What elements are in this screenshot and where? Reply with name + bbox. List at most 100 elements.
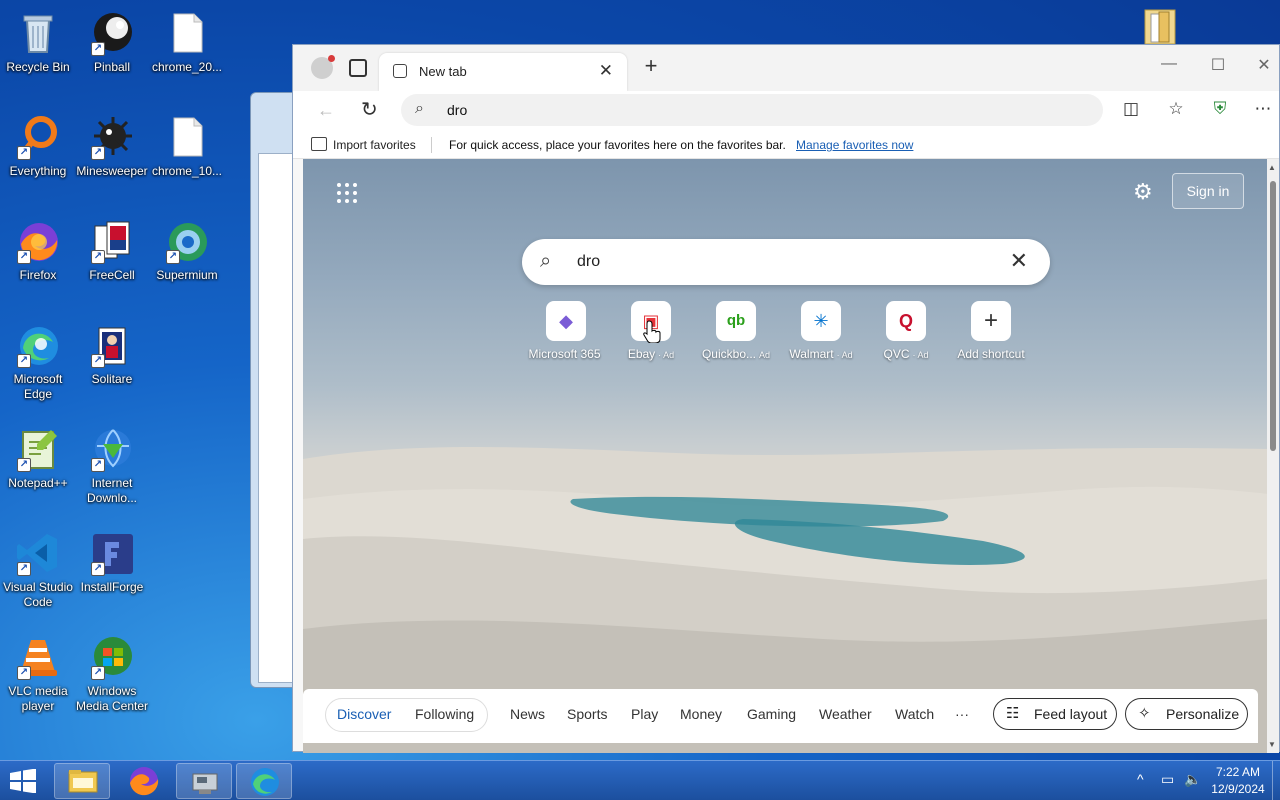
desktop-icon-supermium[interactable]: ↗ Supermium bbox=[149, 212, 225, 283]
tab-gaming[interactable]: Gaming bbox=[747, 706, 796, 722]
network-icon[interactable]: ▭ bbox=[1161, 771, 1174, 788]
desktop-icon-notepad-plus-plus[interactable]: ↗ Notepad++ bbox=[0, 420, 76, 491]
desktop-icon-chrome-installer-2[interactable]: chrome_10... bbox=[149, 108, 225, 179]
desktop-icon-label: Microsoft Edge bbox=[13, 372, 63, 401]
tab-weather[interactable]: Weather bbox=[819, 706, 872, 722]
new-tab-page-icon bbox=[393, 64, 407, 78]
desktop-icon-label: Visual Studio Code bbox=[3, 580, 73, 609]
taskbar-app[interactable] bbox=[176, 763, 232, 799]
desktop-icon-vlc[interactable]: ↗ VLC media player bbox=[0, 628, 76, 714]
page-scrollbar[interactable]: ▲ ▼ bbox=[1267, 159, 1279, 753]
import-favorites-button[interactable]: Import favorites bbox=[333, 138, 416, 152]
favorites-bar: Import favorites For quick access, place… bbox=[293, 131, 1279, 159]
back-button[interactable]: ← bbox=[317, 100, 335, 121]
ad-label: · Ad bbox=[836, 350, 853, 360]
shortcut-label: Ebay bbox=[627, 347, 656, 361]
folder-icon[interactable] bbox=[1141, 6, 1181, 46]
clear-search-icon[interactable]: ✕ bbox=[1010, 248, 1028, 274]
vlc-icon: ↗ bbox=[15, 634, 61, 680]
tab-close-icon[interactable]: ✕ bbox=[599, 61, 613, 81]
page-search-box[interactable]: ⌕ dro ✕ bbox=[522, 239, 1050, 285]
minimize-button[interactable]: — bbox=[1159, 55, 1179, 73]
desktop-icon-solitare[interactable]: ↗ Solitare bbox=[74, 316, 150, 387]
ad-label: · Ad bbox=[912, 350, 929, 360]
close-window-button[interactable]: ✕ bbox=[1254, 55, 1274, 75]
tab-watch[interactable]: Watch bbox=[895, 706, 934, 722]
desktop-icon-minesweeper[interactable]: ↗ Minesweeper bbox=[74, 108, 150, 179]
shortcut-arrow-icon: ↗ bbox=[91, 562, 105, 576]
tab-new-tab[interactable]: New tab ✕ bbox=[379, 53, 627, 91]
tab-following[interactable]: Following bbox=[415, 706, 474, 722]
taskbar: ^ ▭ 🔈 7:22 AM 12/9/2024 bbox=[0, 760, 1280, 800]
desktop-icon-installforge[interactable]: ↗ InstallForge bbox=[74, 524, 150, 595]
desktop-icon-label: Supermium bbox=[156, 268, 218, 282]
shortcut-qvc[interactable]: Q QVC · Ad bbox=[862, 301, 950, 361]
scrollbar-thumb[interactable] bbox=[1270, 181, 1276, 451]
supermium-icon: ↗ bbox=[164, 218, 210, 264]
feed-layout-button[interactable]: ☷ Feed layout bbox=[993, 698, 1117, 730]
shortcut-label: Microsoft 365 bbox=[528, 347, 601, 361]
desktop-icon-freecell[interactable]: ↗ FreeCell bbox=[74, 212, 150, 283]
system-clock[interactable]: 7:22 AM 12/9/2024 bbox=[1208, 764, 1268, 798]
tab-actions-icon[interactable] bbox=[349, 59, 367, 77]
internet-download-manager-icon: ↗ bbox=[89, 426, 135, 472]
desktop-icon-internet-download-manager[interactable]: ↗ Internet Downlo... bbox=[74, 420, 150, 506]
shortcut-arrow-icon: ↗ bbox=[17, 146, 31, 160]
split-screen-icon[interactable]: ◫ bbox=[1120, 99, 1142, 119]
add-shortcut-button[interactable]: + Add shortcut bbox=[947, 301, 1035, 361]
desktop-icon-label: InstallForge bbox=[80, 580, 144, 594]
desktop-icon-label: Minesweeper bbox=[76, 164, 148, 178]
page-search-input[interactable]: dro bbox=[577, 253, 600, 271]
favorites-icon[interactable]: ☆ bbox=[1165, 99, 1187, 119]
tab-sports[interactable]: Sports bbox=[567, 706, 607, 722]
address-bar[interactable]: ⌕ dro bbox=[401, 94, 1103, 126]
shortcut-microsoft-365[interactable]: ◆ Microsoft 365 bbox=[522, 301, 610, 361]
tab-play[interactable]: Play bbox=[631, 706, 658, 722]
more-feed-tabs-button[interactable]: ··· bbox=[955, 706, 969, 722]
start-button[interactable] bbox=[8, 768, 38, 794]
new-tab-button[interactable]: + bbox=[639, 53, 663, 79]
sign-in-button[interactable]: Sign in bbox=[1172, 173, 1244, 209]
refresh-button[interactable]: ↻ bbox=[361, 97, 378, 122]
more-menu-icon[interactable]: ⋯ bbox=[1252, 99, 1274, 119]
desktop-icon-everything[interactable]: ↗ Everything bbox=[0, 108, 76, 179]
desktop-icon-recycle-bin[interactable]: Recycle Bin bbox=[0, 4, 76, 75]
apps-launcher-icon[interactable] bbox=[337, 183, 357, 203]
ad-label: · Ad bbox=[658, 350, 675, 360]
volume-icon[interactable]: 🔈 bbox=[1184, 771, 1201, 788]
tab-news[interactable]: News bbox=[510, 706, 545, 722]
desktop-icon-vscode[interactable]: ↗ Visual Studio Code bbox=[0, 524, 76, 610]
scroll-up-icon[interactable]: ▲ bbox=[1268, 163, 1276, 172]
feed-layout-icon: ☷ bbox=[1006, 705, 1020, 722]
file-explorer-icon bbox=[68, 770, 98, 793]
address-input[interactable]: dro bbox=[447, 102, 467, 118]
tab-discover[interactable]: Discover bbox=[337, 706, 391, 722]
shortcut-label: QVC bbox=[883, 347, 910, 361]
manage-favorites-link[interactable]: Manage favorites now bbox=[796, 138, 913, 152]
taskbar-firefox[interactable] bbox=[116, 763, 172, 799]
desktop-icon-chrome-installer-1[interactable]: chrome_20... bbox=[149, 4, 225, 75]
show-hidden-icons-button[interactable]: ^ bbox=[1137, 771, 1144, 787]
scroll-down-icon[interactable]: ▼ bbox=[1268, 740, 1276, 749]
taskbar-edge[interactable] bbox=[236, 763, 292, 799]
personalize-button[interactable]: ✧ Personalize bbox=[1125, 698, 1248, 730]
taskbar-file-explorer[interactable] bbox=[54, 763, 110, 799]
shortcut-walmart[interactable]: ✳ Walmart · Ad bbox=[777, 301, 865, 361]
tab-money[interactable]: Money bbox=[680, 706, 722, 722]
feed-layout-label: Feed layout bbox=[1034, 706, 1108, 722]
page-settings-icon[interactable]: ⚙ bbox=[1133, 179, 1153, 205]
browser-window: New tab ✕ + — ☐ ✕ ← ↻ ⌕ dro ◫ ☆ ⛨ ⋯ Impo… bbox=[292, 44, 1280, 753]
feed-navigation-bar: Discover Following News Sports Play Mone… bbox=[303, 689, 1258, 743]
desktop-icon-microsoft-edge[interactable]: ↗ Microsoft Edge bbox=[0, 316, 76, 402]
shortcut-quickbooks[interactable]: qb Quickbo... Ad bbox=[692, 301, 780, 361]
desktop-icon-windows-media-center[interactable]: ↗ Windows Media Center bbox=[74, 628, 150, 714]
maximize-button[interactable]: ☐ bbox=[1208, 55, 1228, 75]
clock-time: 7:22 AM bbox=[1215, 765, 1261, 779]
desktop-icon-pinball[interactable]: ↗ Pinball bbox=[74, 4, 150, 75]
firefox-icon bbox=[130, 767, 159, 796]
browser-essentials-icon[interactable]: ⛨ bbox=[1209, 99, 1231, 119]
desktop-icon-firefox[interactable]: ↗ Firefox bbox=[0, 212, 76, 283]
show-desktop-button[interactable] bbox=[1272, 761, 1280, 800]
desktop-icon-label: Solitare bbox=[91, 372, 133, 386]
profile-avatar-icon[interactable] bbox=[311, 55, 335, 79]
